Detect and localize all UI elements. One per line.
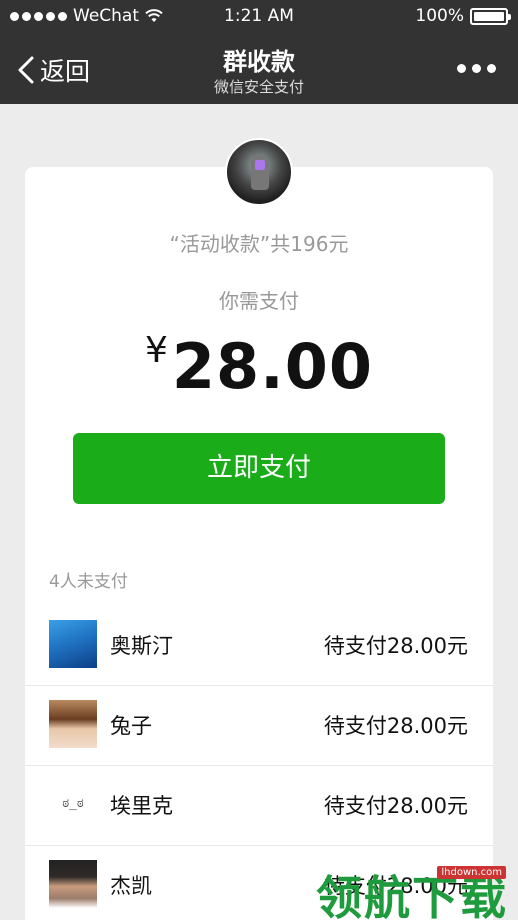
currency-symbol: ¥ [144, 330, 168, 371]
need-pay-label: 你需支付 [219, 289, 299, 313]
battery-percent: 100% [415, 6, 464, 26]
avatar [49, 860, 97, 908]
nav-bar: 返回 群收款 微信安全支付 [0, 34, 518, 104]
avatar: ಠ_ಠ [49, 780, 97, 828]
member-name: 奥斯汀 [110, 634, 173, 658]
member-name: 杰凯 [110, 874, 152, 898]
status-bar: WeChat 1:21 AM 100% [0, 0, 518, 34]
amount-value: 28.00 [171, 330, 374, 403]
status-right: 100% [415, 6, 511, 26]
member-status: 待支付28.00元 [323, 634, 468, 658]
member-status: 待支付28.00元 [323, 714, 468, 738]
member-name: 埃里克 [110, 794, 173, 818]
avatar [49, 700, 97, 748]
avatar [49, 620, 97, 668]
unpaid-count-label: 4人未支付 [49, 572, 128, 592]
watermark-url: lhdown.com [437, 866, 506, 879]
more-dots-icon[interactable] [457, 64, 496, 73]
page-subtitle: 微信安全支付 [213, 78, 304, 96]
member-name: 兔子 [110, 714, 152, 738]
collection-summary: “活动收款”共196元 [169, 232, 349, 256]
battery-icon [470, 7, 511, 25]
member-row[interactable]: ಠ_ಠ 埃里克 待支付28.00元 [25, 766, 493, 846]
pay-now-button[interactable]: 立即支付 [73, 433, 445, 504]
page-title: 群收款 [223, 48, 295, 76]
member-row[interactable]: 兔子 待支付28.00元 [25, 686, 493, 766]
payee-avatar [225, 138, 293, 206]
member-status: 待支付28.00元 [323, 794, 468, 818]
member-row[interactable]: 奥斯汀 待支付28.00元 [25, 606, 493, 686]
amount-display: ¥28.00 [0, 330, 518, 403]
